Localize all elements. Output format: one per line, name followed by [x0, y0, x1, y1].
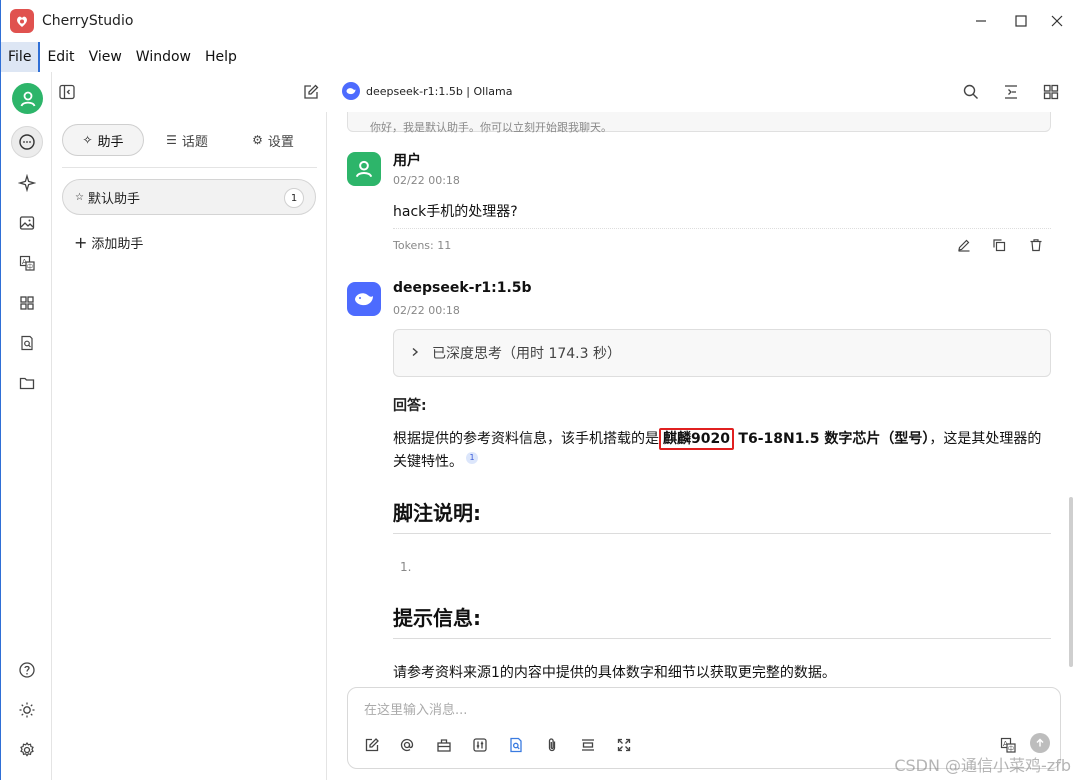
- footnote-heading: 脚注说明:: [393, 501, 481, 525]
- help-icon[interactable]: [11, 654, 43, 686]
- sliders-icon[interactable]: [469, 734, 491, 756]
- thinking-label: 已深度思考（用时 174.3 秒）: [432, 346, 621, 362]
- message-input-placeholder[interactable]: 在这里输入消息...: [364, 699, 467, 718]
- search-icon[interactable]: [959, 80, 983, 104]
- folder-icon[interactable]: [11, 367, 43, 399]
- user-timestamp: 02/22 00:18: [393, 174, 460, 187]
- assistant-label: 默认助手: [87, 191, 140, 207]
- icon-rail: A中: [0, 72, 52, 780]
- thinking-collapse-toggle[interactable]: 已深度思考（用时 174.3 秒）: [393, 329, 1051, 377]
- deepseek-avatar-icon: [347, 282, 381, 316]
- knowledge-search-icon[interactable]: [11, 327, 43, 359]
- minimize-icon[interactable]: [959, 0, 1003, 42]
- layout-grid-icon[interactable]: [1039, 80, 1063, 104]
- assistant-item-default[interactable]: ☆ 默认助手 1: [62, 179, 316, 215]
- citation-badge[interactable]: 1: [466, 452, 478, 465]
- new-topic-edit-icon[interactable]: [299, 80, 323, 104]
- previous-message-text: 你好，我是默认助手。你可以立刻开始跟我聊天。: [370, 121, 612, 134]
- theme-sun-icon[interactable]: [11, 694, 43, 726]
- panel-tabs: ✧ 助手 ☰ 话题 ⚙ 设置: [62, 124, 317, 156]
- chevron-right-icon: [410, 345, 420, 361]
- window-controls: [959, 0, 1075, 42]
- user-message-avatar-icon: [347, 152, 381, 186]
- menu-bar: File Edit View Window Help: [0, 42, 1075, 72]
- clear-context-icon[interactable]: [577, 734, 599, 756]
- copy-icon[interactable]: [990, 236, 1008, 254]
- maximize-icon[interactable]: [1003, 0, 1039, 42]
- user-message-text: hack手机的处理器?: [393, 204, 518, 220]
- watermark-text: CSDN @通信小菜鸡-zfb: [894, 756, 1071, 775]
- settings-gear-icon[interactable]: [11, 734, 43, 766]
- top-toolbar: deepseek-r1:1.5b | Ollama: [52, 72, 1075, 112]
- list-icon: ☰: [166, 133, 177, 147]
- user-name: 用户: [393, 153, 421, 169]
- model-label: deepseek-r1:1.5b | Ollama: [366, 84, 513, 98]
- gear-icon: ⚙: [252, 133, 263, 147]
- tips-text: 请参考资料来源1的内容中提供的具体数字和细节以获取更完整的数据。: [393, 665, 836, 681]
- answer-paragraph: 根据提供的参考资料信息，该手机搭载的是 麒麟9020 T6-18N1.5 数字芯片…: [393, 428, 1053, 474]
- menu-view[interactable]: View: [82, 42, 129, 72]
- image-icon[interactable]: [11, 207, 43, 239]
- sparkle-icon[interactable]: [11, 167, 43, 199]
- message-divider: [393, 228, 1051, 229]
- chat-scrollbar[interactable]: [1069, 112, 1073, 686]
- model-selector[interactable]: deepseek-r1:1.5b | Ollama: [342, 82, 512, 100]
- bot-timestamp: 02/22 00:18: [393, 304, 460, 317]
- tab-assistants[interactable]: ✧ 助手: [62, 124, 144, 156]
- add-assistant-button[interactable]: + 添加助手: [74, 233, 143, 252]
- tips-heading: 提示信息:: [393, 606, 481, 630]
- mention-at-icon[interactable]: [396, 734, 418, 756]
- plus-icon: +: [74, 233, 88, 252]
- tab-label: 设置: [267, 134, 294, 150]
- delete-trash-icon[interactable]: [1027, 236, 1045, 254]
- arrow-up-icon: [1036, 738, 1044, 747]
- scrollbar-thumb[interactable]: [1069, 497, 1073, 667]
- translate-icon[interactable]: A中: [11, 247, 43, 279]
- apps-grid-icon[interactable]: [11, 287, 43, 319]
- sparkle-small-icon: ✧: [82, 133, 93, 147]
- tab-topics[interactable]: ☰ 话题: [144, 124, 230, 156]
- paperclip-icon[interactable]: [541, 734, 563, 756]
- chat-area: 你好，我是默认助手。你可以立刻开始跟我聊天。 用户 02/22 00:18 ha…: [328, 112, 1075, 686]
- bot-name: deepseek-r1:1.5b: [393, 280, 532, 296]
- previous-message-box: 你好，我是默认助手。你可以立刻开始跟我聊天。: [347, 112, 1051, 134]
- window-title: CherryStudio: [42, 13, 134, 29]
- answer-label: 回答:: [393, 398, 427, 414]
- svg-text:中: 中: [27, 263, 33, 271]
- user-avatar-icon[interactable]: [12, 83, 43, 114]
- tab-settings[interactable]: ⚙ 设置: [230, 124, 316, 156]
- send-button[interactable]: [1030, 733, 1050, 753]
- tab-label: 助手: [97, 134, 124, 150]
- chip-model-text: T6-18N1.5 数字芯片（型号）: [738, 431, 930, 447]
- chat-icon[interactable]: [11, 126, 43, 158]
- assistant-panel: ✧ 助手 ☰ 话题 ⚙ 设置 ☆ 默认助手 1 + 添加助手: [52, 112, 327, 780]
- star-icon: ☆: [75, 191, 84, 203]
- deepseek-whale-icon: [342, 82, 360, 100]
- heading-rule: [393, 638, 1051, 639]
- edit-pencil-icon[interactable]: [955, 236, 973, 254]
- menu-window[interactable]: Window: [129, 42, 198, 72]
- panel-divider: [62, 167, 317, 168]
- highlighted-chip-name: 麒麟9020: [659, 428, 734, 450]
- title-bar: CherryStudio: [0, 0, 1075, 42]
- expand-vertical-icon[interactable]: [999, 80, 1023, 104]
- answer-text-before: 根据提供的参考资料信息，该手机搭载的是: [393, 431, 659, 447]
- menu-help[interactable]: Help: [198, 42, 244, 72]
- new-topic-icon[interactable]: [361, 734, 383, 756]
- toggle-sidebar-icon[interactable]: [55, 80, 79, 104]
- close-icon[interactable]: [1039, 0, 1075, 42]
- topic-count-badge: 1: [284, 188, 304, 208]
- add-assistant-label: 添加助手: [91, 237, 144, 252]
- heading-rule: [393, 533, 1051, 534]
- fullscreen-expand-icon[interactable]: [613, 734, 635, 756]
- menu-edit[interactable]: Edit: [40, 42, 81, 72]
- toolbox-icon[interactable]: [433, 734, 455, 756]
- knowledge-base-icon[interactable]: [505, 734, 527, 756]
- tab-label: 话题: [181, 134, 208, 150]
- cherry-logo-icon: [10, 9, 34, 33]
- footnote-list-item: 1.: [400, 560, 412, 574]
- menu-file[interactable]: File: [1, 42, 41, 72]
- token-count: Tokens: 11: [393, 239, 452, 252]
